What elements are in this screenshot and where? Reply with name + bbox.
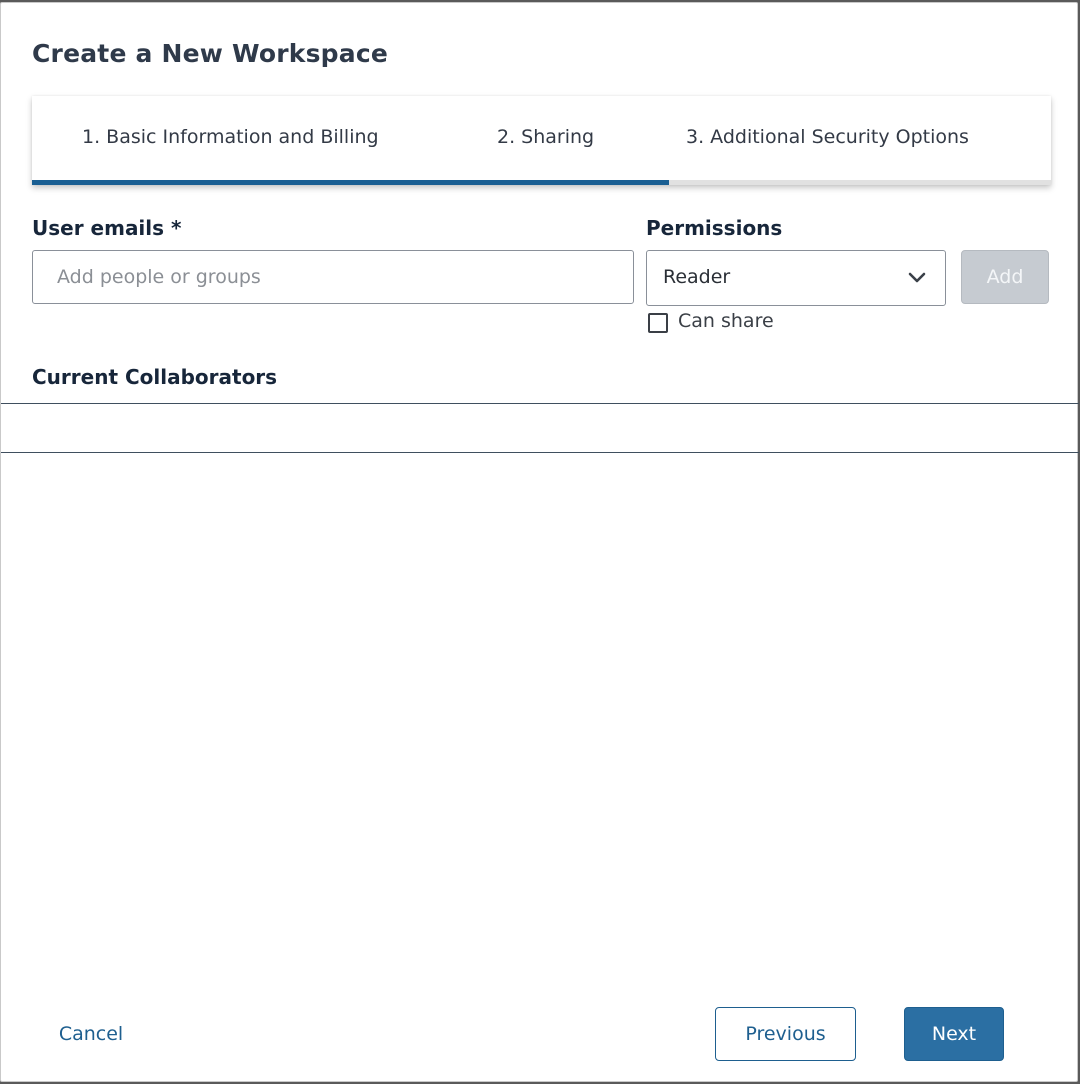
permissions-label: Permissions — [646, 216, 783, 240]
current-collaborators-heading: Current Collaborators — [32, 365, 278, 389]
step-sharing[interactable]: 2. Sharing — [497, 126, 594, 148]
stepper-progress-track — [32, 180, 1051, 185]
permissions-selected-value: Reader — [663, 266, 731, 288]
create-workspace-dialog: Create a New Workspace 1. Basic Informat… — [0, 2, 1079, 1082]
stepper: 1. Basic Information and Billing 2. Shar… — [32, 96, 1051, 185]
permissions-select[interactable]: Reader — [646, 250, 946, 306]
previous-button[interactable]: Previous — [715, 1007, 856, 1061]
collaborators-bottom-divider — [1, 452, 1079, 453]
add-button[interactable]: Add — [961, 250, 1049, 304]
stepper-progress-fill — [32, 180, 669, 185]
can-share-label[interactable]: Can share — [678, 310, 774, 332]
step-additional-security[interactable]: 3. Additional Security Options — [686, 126, 969, 148]
user-emails-label: User emails * — [32, 216, 182, 240]
next-button[interactable]: Next — [904, 1007, 1004, 1061]
cancel-button[interactable]: Cancel — [31, 1007, 151, 1061]
collaborators-top-divider — [1, 403, 1079, 404]
can-share-checkbox[interactable] — [648, 313, 668, 333]
chevron-down-icon — [908, 272, 926, 283]
step-basic-information[interactable]: 1. Basic Information and Billing — [82, 126, 379, 148]
user-emails-input[interactable] — [32, 250, 634, 304]
dialog-title: Create a New Workspace — [32, 39, 388, 68]
